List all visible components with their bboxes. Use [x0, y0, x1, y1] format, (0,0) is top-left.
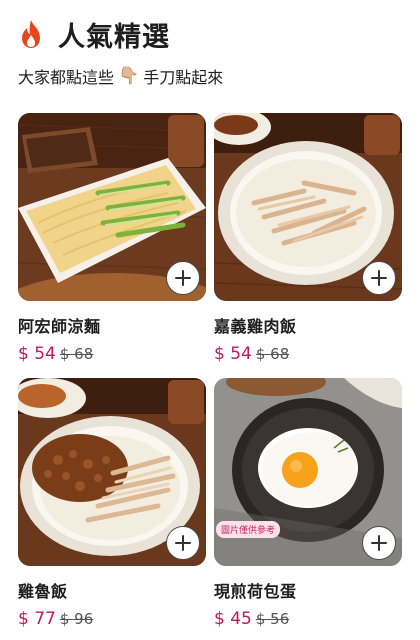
section-header: 人氣精選: [18, 14, 170, 54]
product-name[interactable]: 現煎荷包蛋: [214, 578, 402, 602]
product-name[interactable]: 嘉義雞肉飯: [214, 313, 402, 337]
product-name[interactable]: 阿宏師涼麵: [18, 313, 206, 337]
subtitle-text-before: 大家都點這些: [18, 68, 115, 87]
sale-price: $ 45: [214, 609, 252, 629]
price-row: $ 45 $ 56: [214, 609, 402, 629]
original-price: $ 96: [59, 610, 94, 628]
product-image[interactable]: [18, 378, 206, 566]
plus-icon: [175, 270, 191, 286]
product-card[interactable]: 圖片僅供參考 現煎荷包蛋 $ 45 $ 56: [214, 378, 402, 629]
image-disclaimer-tag: 圖片僅供參考: [216, 521, 281, 538]
add-to-cart-button[interactable]: [362, 526, 396, 560]
flame-icon: [22, 20, 40, 48]
add-to-cart-button[interactable]: [166, 526, 200, 560]
sale-price: $ 77: [18, 609, 56, 629]
section-subtitle: 大家都點這些 👇🏼 手刀點起來: [18, 64, 223, 88]
product-image[interactable]: [18, 113, 206, 301]
plus-icon: [175, 535, 191, 551]
price-row: $ 54 $ 68: [214, 344, 402, 364]
plus-icon: [371, 270, 387, 286]
product-name[interactable]: 雞魯飯: [18, 578, 206, 602]
sale-price: $ 54: [214, 344, 252, 364]
original-price: $ 68: [255, 345, 290, 363]
product-image[interactable]: [214, 113, 402, 301]
product-card[interactable]: 嘉義雞肉飯 $ 54 $ 68: [214, 113, 402, 364]
product-card[interactable]: 阿宏師涼麵 $ 54 $ 68: [18, 113, 206, 364]
price-row: $ 54 $ 68: [18, 344, 206, 364]
product-card[interactable]: 雞魯飯 $ 77 $ 96: [18, 378, 206, 629]
original-price: $ 56: [255, 610, 290, 628]
original-price: $ 68: [59, 345, 94, 363]
add-to-cart-button[interactable]: [362, 261, 396, 295]
price-row: $ 77 $ 96: [18, 609, 206, 629]
pointing-down-hand-icon: 👇🏼: [118, 66, 140, 86]
plus-icon: [371, 535, 387, 551]
add-to-cart-button[interactable]: [166, 261, 200, 295]
product-image[interactable]: 圖片僅供參考: [214, 378, 402, 566]
subtitle-text-after: 手刀點起來: [143, 68, 224, 87]
sale-price: $ 54: [18, 344, 56, 364]
section-title: 人氣精選: [58, 21, 170, 53]
